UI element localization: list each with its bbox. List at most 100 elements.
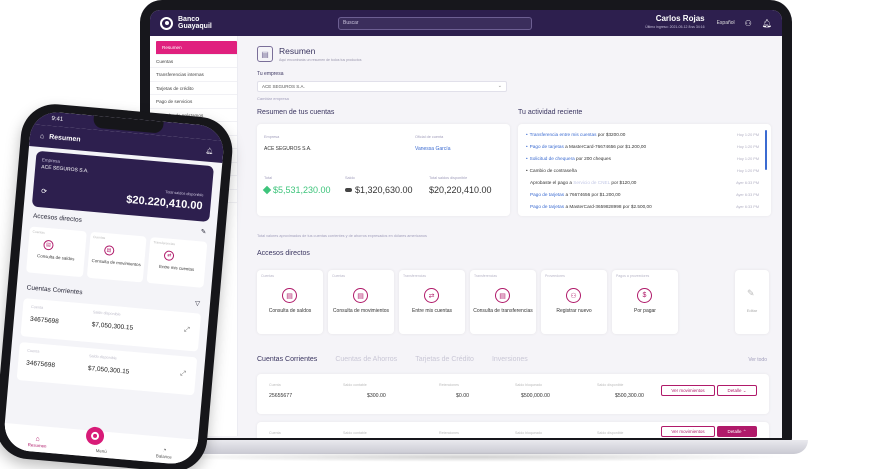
desktop-screen: Banco Guayaquil Buscar Carlos Rojas Últi… [150, 10, 782, 438]
account-label: Cuenta [27, 348, 40, 354]
quick-category: Transferencias [153, 240, 176, 247]
quick-access-consulta-movimientos[interactable]: Cuentas ▤ Consulta de movimientos [328, 270, 394, 334]
col-label: Saldo disponible [597, 431, 624, 435]
company-select-value: ACE SEGUROS S.A. [262, 84, 305, 89]
filter-icon[interactable]: ▽ [195, 299, 201, 307]
quick-category: Cuentas [92, 234, 106, 241]
quick-access-por-pagar[interactable]: Pagos a proveedores $ Por pagar [612, 270, 678, 334]
activity-item[interactable]: Aprobaste el pago a Servicio de CNEL por… [530, 180, 636, 185]
user-name: Carlos Rojas [655, 14, 705, 23]
sidebar-item-resumen[interactable]: Resumen [156, 41, 237, 55]
company-label: Tu empresa [257, 71, 284, 77]
page-title: Resumen [279, 46, 316, 56]
tab-cuentas-ahorros[interactable]: Cuentas de Ahorros [335, 356, 397, 363]
scene: Banco Guayaquil Buscar Carlos Rojas Últi… [0, 0, 891, 469]
expand-icon[interactable]: ⤢ [180, 370, 186, 378]
bank-logo[interactable]: Banco Guayaquil [160, 16, 330, 30]
quick-access-label: Consulta de saldos [268, 308, 312, 314]
language-selector[interactable]: Español [717, 20, 735, 26]
col-label: Retenciones [439, 431, 459, 435]
activity-item[interactable]: • Pago de tarjetas a MasterCard-76674656 … [526, 144, 646, 149]
activity-scrollbar[interactable] [765, 130, 767, 170]
quick-access-registrar-nuevo[interactable]: Proveedores ⚇ Registrar nuevo [541, 270, 607, 334]
col-label: Cuenta [269, 431, 281, 435]
sidebar-item-cuentas[interactable]: Cuentas [150, 55, 237, 68]
expand-icon[interactable]: ⤢ [184, 326, 190, 334]
activity-item[interactable]: Pago de tarjetas a 76674656 por $1.200,0… [530, 192, 620, 197]
quick-access-label: Registrar nuevo [556, 308, 592, 314]
account-number: 34675698 [29, 315, 60, 326]
activity-date: Hoy 1:20 PM [737, 157, 759, 161]
user-settings-icon[interactable]: ⚇ [745, 19, 752, 28]
col-label: Saldo bloqueado [515, 383, 542, 387]
oficial-label: Oficial de cuenta [415, 135, 444, 139]
activity-date: Ayer 6:33 PM [736, 205, 759, 209]
table-row: Cuenta Saldo contable Retenciones Saldo … [257, 422, 769, 438]
empresa-label: Empresa [264, 135, 280, 139]
balance-label: Saldo disponible [92, 310, 121, 317]
activity-date: Ayer 6:33 PM [736, 193, 759, 197]
activity-item[interactable]: • Cambio de contraseña [526, 168, 577, 173]
nav-resumen[interactable]: ⌂ Resumen [28, 435, 48, 449]
total-label: Total [264, 176, 273, 180]
quick-access-category: Cuentas [332, 274, 346, 278]
activity-date: Hoy 1:20 PM [737, 145, 759, 149]
bell-icon[interactable]: 🔔︎ [762, 19, 772, 28]
quick-access-label: Consulta de transferencias [473, 308, 533, 314]
tab-cuentas-corrientes[interactable]: Cuentas Corrientes [257, 356, 317, 363]
quick-access-entre-mis-cuentas[interactable]: Transferencias ⇄ Entre mis cuentas [399, 270, 465, 334]
balance-value: $7,050,300.15 [91, 321, 134, 332]
ver-movimientos-button[interactable]: Ver movimientos [661, 385, 715, 396]
search-input[interactable]: Buscar [338, 16, 532, 30]
company-select[interactable]: ACE SEGUROS S.A. ⌄ [257, 81, 507, 92]
nav-balance[interactable]: ◔ Balance [156, 446, 173, 460]
document-icon: ▤ [282, 288, 297, 303]
activity-item[interactable]: • Solicitud de chequera por 200 cheques [526, 156, 611, 161]
sidebar-item-pago-servicios[interactable]: Pago de servicios [150, 95, 237, 109]
retenciones: $0.00 [456, 393, 469, 399]
quick-access-category: Cuentas [261, 274, 275, 278]
document-icon: ▤ [103, 244, 115, 256]
tab-inversiones[interactable]: Inversiones [492, 356, 528, 363]
phone-quick-entre-mis-cuentas[interactable]: Transferencias ⇄ Entre mis cuentas [146, 237, 208, 288]
list-item[interactable]: Cuenta 34675698 Saldo disponible $7,050,… [16, 342, 198, 396]
saldo-contable: $300.00 [367, 393, 386, 399]
ver-movimientos-button[interactable]: Ver movimientos [661, 426, 715, 437]
sidebar-item-tarjetas[interactable]: Tarjetas de crédito [150, 82, 237, 95]
quick-category: Cuentas [32, 229, 46, 235]
transfer-icon: ⇄ [424, 288, 439, 303]
pencil-icon[interactable]: ✎ [200, 227, 206, 235]
ver-todo-link[interactable]: Ver todo [748, 357, 767, 363]
card-total-label: Total saldos disponible [165, 190, 204, 198]
detalle-button[interactable]: Detalle ⌄ [717, 385, 757, 396]
table-row: Cuenta 25655677 Saldo contable $300.00 R… [257, 374, 769, 414]
saldo-balance: $1,320,630.00 [345, 185, 413, 195]
logo-icon [160, 16, 173, 30]
phone-quick-consulta-movimientos[interactable]: Cuentas ▤ Consulta de movimientos [86, 231, 147, 283]
phone-device: 9:41 ⌂ Resumen 🔔︎ Empresa ACE SEGUROS S.… [0, 101, 236, 469]
refresh-icon[interactable]: ⟳ [41, 187, 48, 195]
account-number: 34675698 [25, 359, 56, 370]
detalle-button[interactable]: Detalle ⌃ [717, 426, 757, 437]
document-icon: ▤ [495, 288, 510, 303]
phone-title: Resumen [48, 133, 81, 144]
user-info[interactable]: Carlos Rojas Último ingreso: 2021-05-12 … [645, 15, 704, 31]
sidebar-item-transferencias[interactable]: Transferencias internas [150, 68, 237, 82]
quick-label: Entre mis cuentas [158, 263, 195, 272]
empresa-value: ACE SEGUROS S.A. [264, 146, 312, 152]
oficial-value[interactable]: Vanessa García [415, 146, 450, 152]
quick-access-category: Pagos a proveedores [616, 274, 650, 278]
card-company: ACE SEGUROS S.A. [40, 164, 89, 175]
tab-tarjetas-credito[interactable]: Tarjetas de Crédito [415, 356, 474, 363]
quick-access-edit-button[interactable]: ✎ Editar [735, 270, 769, 334]
phone-accounts-title: Cuentas Corrientes [26, 284, 83, 297]
bell-icon[interactable]: 🔔︎ [205, 147, 213, 155]
activity-item[interactable]: Pago de tarjetas a MasterCard-3659828998… [530, 204, 652, 209]
disponible-label: Total saldos disponible [429, 176, 468, 180]
quick-access-consulta-transferencias[interactable]: Transferencias ▤ Consulta de transferenc… [470, 270, 536, 334]
activity-item[interactable]: • Transferencia entre mis cuentas por $32… [526, 132, 625, 137]
col-label: Saldo contable [343, 383, 367, 387]
change-company-link[interactable]: Cambiar empresa [257, 96, 289, 101]
phone-quick-consulta-saldos[interactable]: Cuentas ▤ Consulta de saldos [26, 226, 87, 278]
quick-access-consulta-saldos[interactable]: Cuentas ▤ Consulta de saldos [257, 270, 323, 334]
